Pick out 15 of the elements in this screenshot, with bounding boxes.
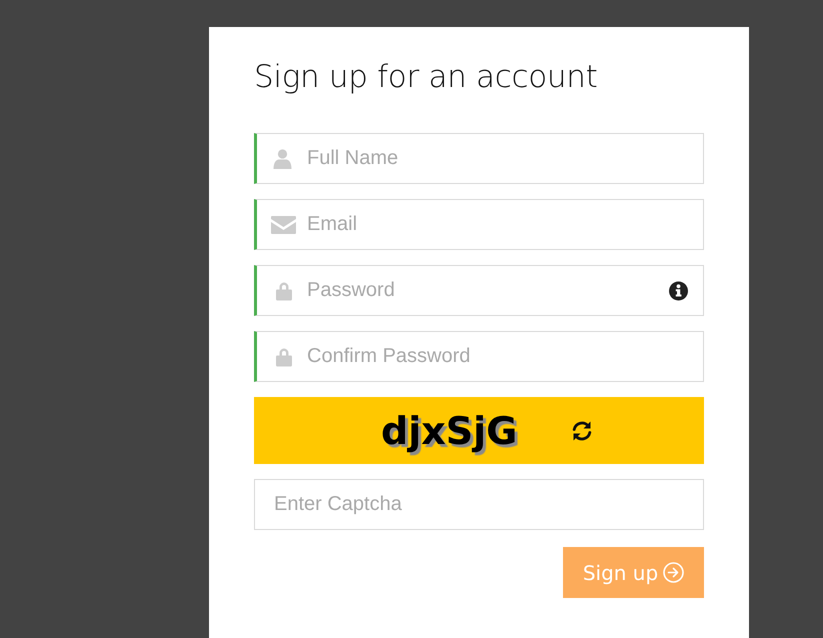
password-field[interactable]: Password bbox=[254, 265, 704, 316]
refresh-icon[interactable] bbox=[571, 420, 594, 442]
signup-button[interactable]: Sign up bbox=[563, 547, 704, 598]
arrow-right-circle-icon bbox=[663, 562, 684, 583]
lock-icon bbox=[276, 281, 292, 300]
captcha-code: djxSjG bbox=[381, 408, 518, 452]
captcha-field[interactable]: Enter Captcha bbox=[254, 479, 704, 530]
envelope-icon bbox=[271, 216, 296, 234]
password-field[interactable]: Confirm Password bbox=[254, 331, 704, 382]
info-icon[interactable] bbox=[669, 281, 688, 300]
lock-icon bbox=[276, 347, 292, 366]
person-icon bbox=[273, 148, 292, 168]
form-title: Sign up for an account bbox=[254, 58, 598, 97]
name-field[interactable]: Full Name bbox=[254, 133, 704, 184]
email-field[interactable]: Email bbox=[254, 199, 704, 250]
